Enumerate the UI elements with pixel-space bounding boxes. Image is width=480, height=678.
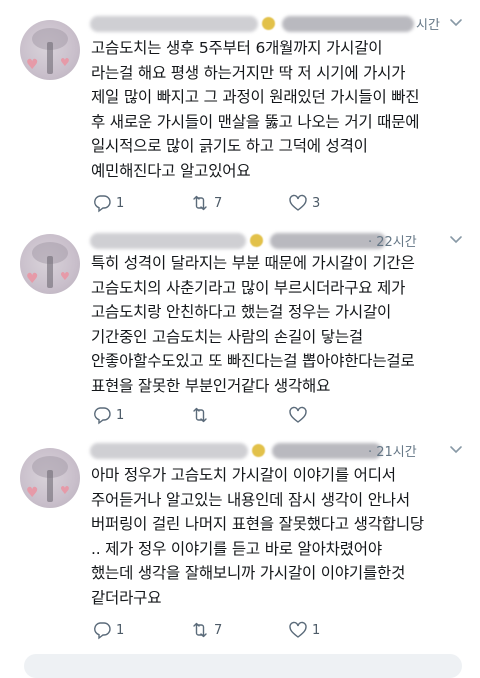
chevron-down-icon[interactable]: [448, 441, 464, 457]
retweet-button[interactable]: 7: [190, 192, 222, 214]
username[interactable]: [272, 443, 382, 459]
tweet-actions: 1: [92, 404, 392, 426]
reply-count: 1: [116, 195, 125, 211]
like-button[interactable]: 3: [288, 192, 320, 214]
username[interactable]: [282, 16, 414, 32]
retweet-button[interactable]: 7: [190, 619, 222, 641]
tweet-text: 특히 성격이 달라지는 부분 때문에 가시갈이 기간은 고슴도치의 사춘기라고 …: [91, 254, 415, 395]
like-count: 3: [312, 195, 321, 211]
emoji-icon: [250, 234, 263, 247]
avatar[interactable]: ♥ ♥: [20, 20, 80, 80]
like-count: 1: [312, 622, 321, 638]
display-name[interactable]: [90, 443, 248, 459]
reply-button[interactable]: 1: [92, 404, 124, 426]
tweet-header: 시간: [90, 14, 464, 36]
timestamp[interactable]: 시간: [416, 14, 440, 33]
reply-composer-bar[interactable]: [24, 654, 462, 678]
chevron-down-icon[interactable]: [448, 14, 464, 30]
avatar[interactable]: ♥ ♥: [20, 448, 80, 508]
retweet-icon: [193, 407, 207, 423]
heart-icon: [289, 621, 307, 638]
retweet-count: 7: [214, 195, 223, 211]
emoji-icon: [252, 444, 265, 457]
reply-icon: [94, 195, 111, 213]
tweet-actions: 1 7 3: [92, 192, 392, 214]
retweet-icon: [193, 622, 207, 638]
heart-icon: [289, 194, 307, 211]
tweet-actions: 1 7 1: [92, 619, 392, 641]
emoji-icon: [262, 17, 275, 30]
retweet-button[interactable]: [190, 404, 214, 426]
reply-button[interactable]: 1: [92, 619, 124, 641]
reply-icon: [94, 622, 111, 640]
reply-count: 1: [116, 622, 125, 638]
tweet-text: 아마 정우가 고슴도치 가시갈이 이야기를 어디서 주어듣거나 알고있는 내용인…: [91, 466, 424, 607]
like-button[interactable]: [288, 404, 312, 426]
avatar[interactable]: ♥ ♥: [20, 234, 80, 294]
heart-icon: [289, 406, 307, 423]
reply-button[interactable]: 1: [92, 192, 124, 214]
tweet-text: 고슴도치는 생후 5주부터 6개월까지 가시갈이 라는걸 해요 평생 하는거지만…: [91, 39, 420, 180]
retweet-count: 7: [214, 622, 223, 638]
timestamp[interactable]: · 22시간: [368, 231, 417, 250]
chevron-down-icon[interactable]: [448, 231, 464, 247]
display-name[interactable]: [90, 16, 258, 32]
timestamp[interactable]: · 21시간: [368, 441, 417, 460]
tweet-header: · 21시간: [90, 441, 464, 463]
tweet-header: · 22시간: [90, 231, 464, 253]
display-name[interactable]: [90, 233, 246, 249]
like-button[interactable]: 1: [288, 619, 320, 641]
reply-count: 1: [116, 407, 125, 423]
reply-icon: [94, 407, 111, 425]
retweet-icon: [193, 195, 207, 211]
